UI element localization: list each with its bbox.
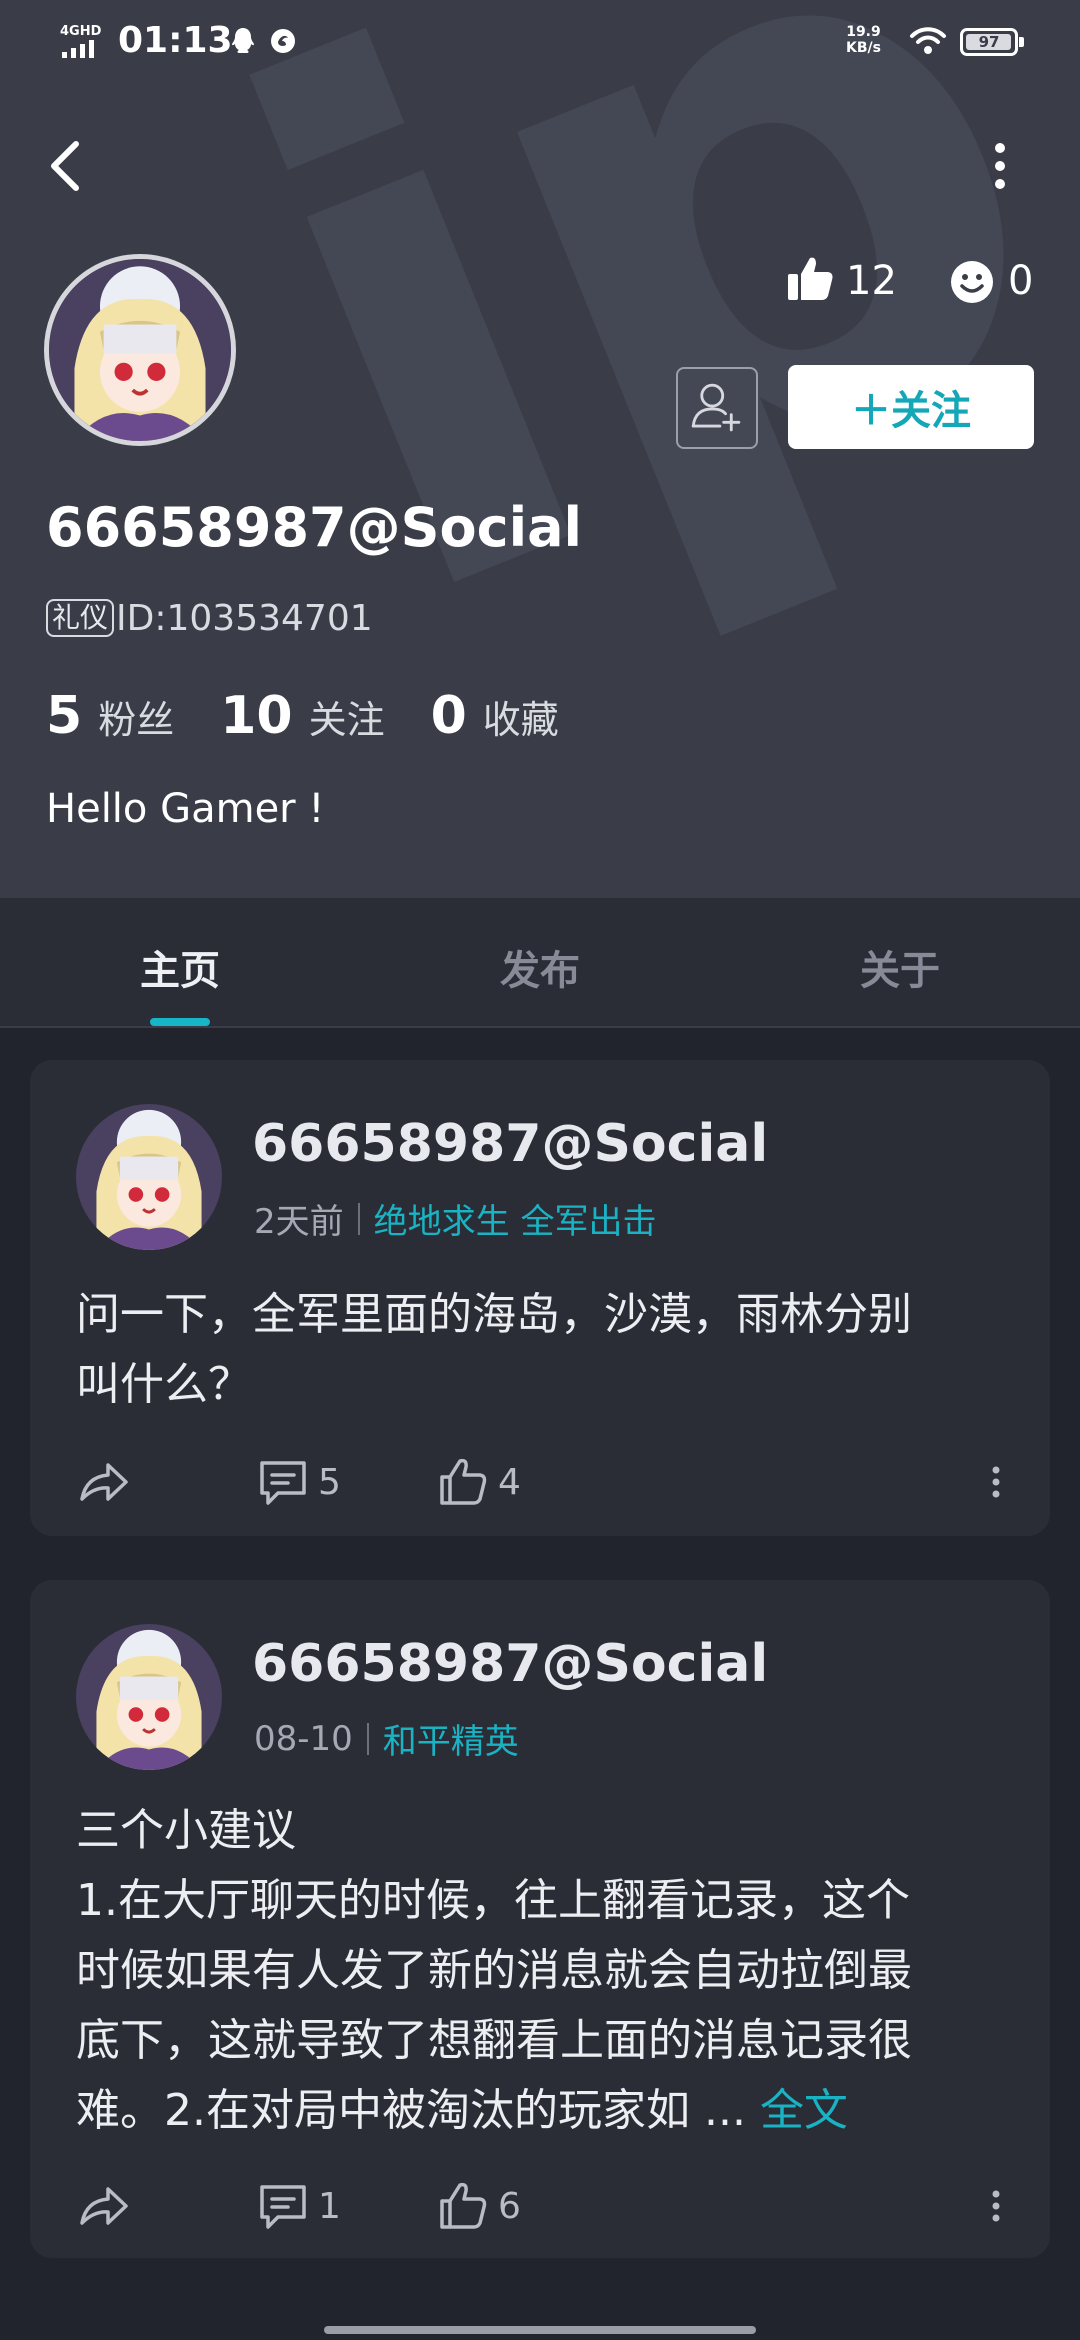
post-author-avatar[interactable] bbox=[76, 1624, 222, 1770]
tab-posts[interactable]: 发布 bbox=[500, 938, 580, 996]
profile-id: ID:103534701 bbox=[116, 597, 373, 639]
comment-count: 5 bbox=[318, 1461, 341, 1503]
post-body-line: 底下，这就导致了想翻看上面的消息记录很 bbox=[76, 2015, 912, 2066]
status-bar: 4GHD 01:13 19.9 KB/s 97 bbox=[0, 0, 1080, 84]
post-time: 2天前 bbox=[254, 1202, 344, 1242]
profile-counts: 5 粉丝 10 关注 0 收藏 bbox=[46, 686, 605, 746]
signal-icon: 4GHD bbox=[60, 24, 106, 58]
follow-button[interactable]: ＋关注 bbox=[788, 365, 1034, 449]
post-more-icon[interactable] bbox=[986, 1462, 1006, 1502]
thumbs-up-icon bbox=[440, 2182, 487, 2229]
profile-id-row: 礼仪 ID:103534701 bbox=[46, 597, 373, 639]
network-speed: 19.9 KB/s bbox=[846, 24, 881, 56]
post-game-tag[interactable]: 绝地求生 全军出击 bbox=[374, 1194, 657, 1243]
battery-level: 97 bbox=[978, 33, 1000, 51]
wifi-icon bbox=[910, 27, 946, 54]
comment-count: 1 bbox=[318, 2185, 341, 2227]
back-arrow-icon[interactable] bbox=[40, 134, 96, 198]
profile-bio: Hello Gamer ! bbox=[46, 786, 325, 832]
etiquette-badge[interactable]: 礼仪 bbox=[46, 599, 115, 637]
like-button[interactable]: 4 bbox=[436, 1454, 521, 1510]
post-body-line: 1.在大厅聊天的时候，往上翻看记录，这个 bbox=[76, 1875, 910, 1926]
reaction-count: 0 bbox=[1008, 258, 1034, 304]
like-button[interactable]: 6 bbox=[436, 2178, 521, 2234]
comment-icon bbox=[260, 2185, 306, 2229]
post-time: 08-10 bbox=[254, 1718, 353, 1759]
battery-icon: 97 bbox=[960, 28, 1024, 56]
post-body[interactable]: 三个小建议 1.在大厅聊天的时候，往上翻看记录，这个 时候如果有人发了新的消息就… bbox=[76, 1796, 912, 2146]
share-icon bbox=[80, 1463, 128, 1501]
comment-icon bbox=[260, 1461, 306, 1505]
favorites-label[interactable]: 收藏 bbox=[483, 689, 559, 744]
share-icon bbox=[80, 2187, 128, 2225]
fans-count[interactable]: 5 bbox=[46, 686, 82, 746]
following-label[interactable]: 关注 bbox=[309, 689, 385, 744]
anime-avatar-image bbox=[76, 1624, 222, 1770]
thumbs-up-icon[interactable] bbox=[786, 254, 836, 304]
post-body-line-last: 难。2.在对局中被淘汰的玩家如 ... 全文 bbox=[76, 2085, 848, 2136]
network-type: 4GHD bbox=[60, 24, 102, 39]
post-body-line: 三个小建议 bbox=[76, 1805, 296, 1856]
profile-page: ipTap 4GHD 01:13 19.9 KB/s bbox=[0, 0, 1080, 2340]
add-user-icon bbox=[691, 383, 741, 432]
profile-tabs: 主页 发布 关于 bbox=[0, 898, 1080, 1028]
post-body-line: 叫什么？ bbox=[76, 1359, 252, 1410]
notification-app-icon bbox=[271, 29, 295, 53]
post-author-name[interactable]: 66658987@Social bbox=[252, 1634, 768, 1694]
following-count[interactable]: 10 bbox=[220, 686, 292, 746]
thumbs-up-icon bbox=[440, 1458, 487, 1505]
profile-username: 66658987@Social bbox=[46, 496, 583, 559]
post-game-tag[interactable]: 和平精英 bbox=[383, 1714, 519, 1763]
anime-avatar-image bbox=[49, 259, 231, 441]
anime-avatar-image bbox=[76, 1104, 222, 1250]
profile-avatar[interactable] bbox=[44, 254, 236, 446]
like-count: 4 bbox=[498, 1461, 521, 1503]
share-button[interactable] bbox=[76, 1454, 130, 1510]
add-friend-button[interactable] bbox=[676, 367, 758, 449]
post-author-name[interactable]: 66658987@Social bbox=[252, 1114, 768, 1174]
like-count: 6 bbox=[498, 2185, 521, 2227]
profile-header: ipTap 4GHD 01:13 19.9 KB/s bbox=[0, 0, 1080, 898]
meta-divider bbox=[366, 1722, 369, 1755]
tab-about[interactable]: 关于 bbox=[860, 938, 940, 996]
favorites-count[interactable]: 0 bbox=[431, 686, 467, 746]
more-options-icon[interactable] bbox=[980, 134, 1020, 198]
post-card[interactable]: 66658987@Social 2天前 绝地求生 全军出击 问一下，全军里面的海… bbox=[30, 1060, 1050, 1536]
smiley-icon[interactable] bbox=[950, 260, 994, 304]
post-more-icon[interactable] bbox=[986, 2186, 1006, 2226]
active-tab-indicator bbox=[150, 1018, 210, 1026]
qq-icon bbox=[232, 28, 254, 53]
meta-divider bbox=[357, 1202, 360, 1235]
comment-button[interactable]: 1 bbox=[256, 2178, 341, 2234]
post-body[interactable]: 问一下，全军里面的海岛，沙漠，雨林分别 叫什么？ bbox=[76, 1280, 912, 1420]
tab-home[interactable]: 主页 bbox=[140, 938, 220, 996]
post-meta: 08-10 和平精英 bbox=[254, 1714, 533, 1763]
post-card[interactable]: 66658987@Social 08-10 和平精英 三个小建议 1.在大厅聊天… bbox=[30, 1580, 1050, 2258]
home-indicator[interactable] bbox=[324, 2326, 756, 2334]
post-body-line: 问一下，全军里面的海岛，沙漠，雨林分别 bbox=[76, 1289, 912, 1340]
comment-button[interactable]: 5 bbox=[256, 1454, 341, 1510]
post-body-line: 时候如果有人发了新的消息就会自动拉倒最 bbox=[76, 1945, 912, 1996]
profile-reactions: 12 0 bbox=[786, 252, 1046, 312]
like-count: 12 bbox=[846, 258, 897, 304]
post-meta: 2天前 绝地求生 全军出击 bbox=[254, 1194, 670, 1243]
status-time: 01:13 bbox=[118, 20, 233, 61]
post-author-avatar[interactable] bbox=[76, 1104, 222, 1250]
share-button[interactable] bbox=[76, 2178, 130, 2234]
read-full-link[interactable]: 全文 bbox=[760, 2085, 848, 2136]
fans-label[interactable]: 粉丝 bbox=[98, 689, 174, 744]
